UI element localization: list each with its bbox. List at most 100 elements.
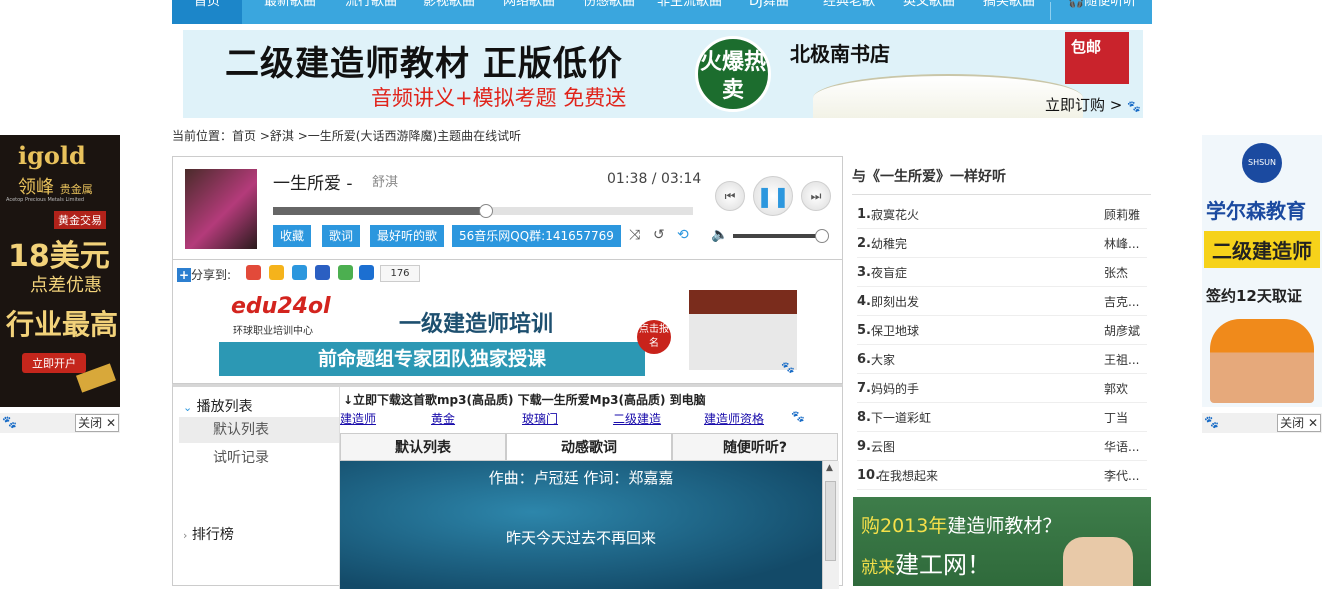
song-artist[interactable]: 舒淇 — [372, 171, 398, 190]
lyric-line-credits: 作曲：卢冠廷 作词：郑嘉嘉 — [488, 469, 674, 487]
mid-ad-signup-badge[interactable]: 点击报名 — [637, 320, 671, 354]
nav-item-sad[interactable]: 伤感歌曲 — [583, 0, 635, 24]
qzone-share-icon[interactable] — [269, 265, 284, 280]
ad-link-erji[interactable]: 二级建造 — [613, 410, 661, 427]
lyrics-button[interactable]: 歌词 — [322, 225, 361, 247]
volume-knob[interactable] — [815, 229, 830, 243]
breadcrumb-home-link[interactable]: 首页 — [232, 129, 256, 143]
recommend-item[interactable]: 1. 寂寞花火 顾莉雅 — [857, 199, 1147, 229]
nav-item-english[interactable]: 英文歌曲 — [903, 0, 955, 24]
breadcrumb-prefix: 当前位置： — [172, 129, 233, 143]
recommend-item[interactable]: 2. 幼稚完 林峰... — [857, 228, 1147, 258]
recommend-item-song[interactable]: 在我想起来 — [878, 467, 938, 484]
recommend-item[interactable]: 5. 保卫地球 胡彦斌 — [857, 315, 1147, 345]
recommend-item-artist[interactable]: 丁当 — [1104, 409, 1128, 426]
ad-store-name: 北极南书店 — [790, 42, 890, 66]
qq-group-button[interactable]: 56音乐网QQ群:141657769 — [452, 225, 621, 247]
tencent-weibo-share-icon[interactable] — [292, 265, 307, 280]
recommend-item-number: 9. — [857, 439, 871, 454]
nav-item-random[interactable]: 🎧随便听听 — [1068, 0, 1136, 24]
tab-random[interactable]: 随便听听? — [672, 433, 838, 461]
progress-knob[interactable] — [479, 204, 494, 218]
recommend-item-song[interactable]: 云图 — [871, 438, 895, 455]
ad-link-qualification[interactable]: 建造师资格 — [704, 410, 764, 427]
chevron-down-icon: ⌄ — [183, 401, 193, 414]
nav-item-funny[interactable]: 搞笑歌曲 — [983, 0, 1035, 24]
recommend-item[interactable]: 4. 即刻出发 吉克... — [857, 286, 1147, 316]
tab-default-list[interactable]: 默认列表 — [340, 433, 506, 461]
nav-item-home[interactable]: 首页 — [172, 0, 242, 24]
right-side-ad[interactable]: SHSUN 学尔森教育 二级建造师 签约12天取证 — [1202, 135, 1322, 407]
volume-slider[interactable] — [733, 229, 830, 243]
shuffle-icon[interactable]: ⤨ — [629, 227, 640, 243]
right-bottom-ad[interactable]: 购2013年建造师教材？ 就来建工网！ — [853, 497, 1151, 586]
kaixin-share-icon[interactable] — [338, 265, 353, 280]
repeat-icon[interactable]: ⟲ — [677, 227, 689, 243]
playlist-header[interactable]: ⌄ 播放列表 — [183, 396, 253, 416]
prev-button[interactable]: ⏮ — [715, 181, 745, 211]
recommend-item[interactable]: 6. 大家 王祖... — [857, 344, 1147, 374]
renren-share-icon[interactable] — [359, 265, 374, 280]
left-ad-close-button[interactable]: 关闭 ✕ — [75, 414, 119, 432]
recommend-item[interactable]: 10. 在我想起来 李代... — [857, 460, 1147, 490]
volume-icon[interactable]: 🔈 — [711, 227, 728, 243]
recommend-item-song[interactable]: 夜盲症 — [871, 264, 907, 281]
recommend-item-song[interactable]: 下一道彩虹 — [871, 409, 931, 426]
recommend-title: 与《一生所爱》一样好听 — [852, 169, 1006, 185]
plus-icon[interactable]: + — [177, 268, 191, 282]
weibo-share-icon[interactable] — [246, 265, 261, 280]
nav-item-dj[interactable]: DJ舞曲 — [749, 0, 789, 24]
recommend-item[interactable]: 7. 妈妈的手 郭欢 — [857, 373, 1147, 403]
scroll-thumb[interactable] — [825, 481, 836, 561]
favorite-button[interactable]: 收藏 — [273, 225, 312, 247]
recommend-item-artist[interactable]: 李代... — [1104, 467, 1139, 484]
breadcrumb-artist-link[interactable]: 舒淇 — [270, 129, 294, 143]
ad-link-glass-door[interactable]: 玻璃门 — [522, 410, 558, 427]
recommend-item-song[interactable]: 寂寞花火 — [871, 206, 919, 223]
middle-banner-ad[interactable]: edu24ol 环球职业培训中心 一级建造师培训 前命题组专家团队独家授课 点击… — [219, 288, 797, 376]
recommend-item-song[interactable]: 幼稚完 — [871, 235, 907, 252]
nav-item-latest[interactable]: 最新歌曲 — [264, 0, 316, 24]
next-button[interactable]: ⏭ — [801, 181, 831, 211]
recommend-item-artist[interactable]: 胡彦斌 — [1104, 322, 1140, 339]
recommend-item-artist[interactable]: 郭欢 — [1104, 380, 1128, 397]
ad-link-jianzaoshi[interactable]: 建造师 — [340, 410, 376, 427]
scroll-up-icon[interactable]: ▲ — [826, 463, 833, 473]
rank-header[interactable]: › 排行榜 — [183, 524, 234, 544]
recommend-item[interactable]: 9. 云图 华语... — [857, 431, 1147, 461]
nav-item-alt[interactable]: 非主流歌曲 — [657, 0, 722, 24]
best-songs-button[interactable]: 最好听的歌 — [370, 225, 445, 247]
nav-item-pop[interactable]: 流行歌曲 — [345, 0, 397, 24]
playlist-panel: ⌄ 播放列表 默认列表 试听记录 › 排行榜 ↓立即下载这首歌mp3(高品质) … — [172, 384, 843, 589]
recommend-item-artist[interactable]: 顾莉雅 — [1104, 206, 1140, 223]
download-line[interactable]: ↓立即下载这首歌mp3(高品质) 下载一生所爱Mp3(高品质) 到电脑 — [343, 391, 706, 408]
lyrics-scrollbar[interactable]: ▲ — [822, 461, 839, 589]
top-banner-ad[interactable]: 二级建造师教材 正版低价 音频讲义+模拟考题 免费送 火爆热卖 北极南书店 包邮… — [183, 30, 1143, 118]
nav-item-film[interactable]: 影视歌曲 — [423, 0, 475, 24]
recommend-item-song[interactable]: 妈妈的手 — [871, 380, 919, 397]
recommend-item-artist[interactable]: 华语... — [1104, 438, 1139, 455]
recommend-item-song[interactable]: 大家 — [871, 351, 895, 368]
progress-bar[interactable] — [273, 204, 693, 218]
nav-item-web[interactable]: 网络歌曲 — [503, 0, 555, 24]
tab-lyrics[interactable]: 动感歌词 — [506, 433, 672, 461]
right-ad-close-button[interactable]: 关闭 ✕ — [1277, 414, 1321, 432]
recommend-item-artist[interactable]: 王祖... — [1104, 351, 1139, 368]
recommend-item[interactable]: 3. 夜盲症 张杰 — [857, 257, 1147, 287]
recommend-item-artist[interactable]: 林峰... — [1104, 235, 1139, 252]
nav-item-classic[interactable]: 经典老歌 — [823, 0, 875, 24]
ad-link-gold[interactable]: 黄金 — [431, 410, 455, 427]
recommend-item[interactable]: 8. 下一道彩虹 丁当 — [857, 402, 1147, 432]
baidu-share-icon[interactable] — [315, 265, 330, 280]
recommend-item-song[interactable]: 保卫地球 — [871, 322, 919, 339]
menu-item-history[interactable]: 试听记录 — [179, 445, 339, 471]
ad-order-link[interactable]: 立即订购 > 🐾 — [1045, 94, 1141, 115]
pause-button[interactable]: ❚❚ — [753, 176, 793, 216]
recommend-item-song[interactable]: 即刻出发 — [871, 293, 919, 310]
recommend-item-artist[interactable]: 吉克... — [1104, 293, 1139, 310]
left-side-ad[interactable]: igold 领峰 贵金属 Acetop Precious Metals Limi… — [0, 135, 120, 407]
menu-item-default-list[interactable]: 默认列表 — [179, 417, 339, 443]
recommend-item-artist[interactable]: 张杰 — [1104, 264, 1128, 281]
repeat-one-icon[interactable]: ↺ — [653, 227, 665, 243]
left-ad-cta-button[interactable]: 立即开户 — [22, 353, 86, 373]
